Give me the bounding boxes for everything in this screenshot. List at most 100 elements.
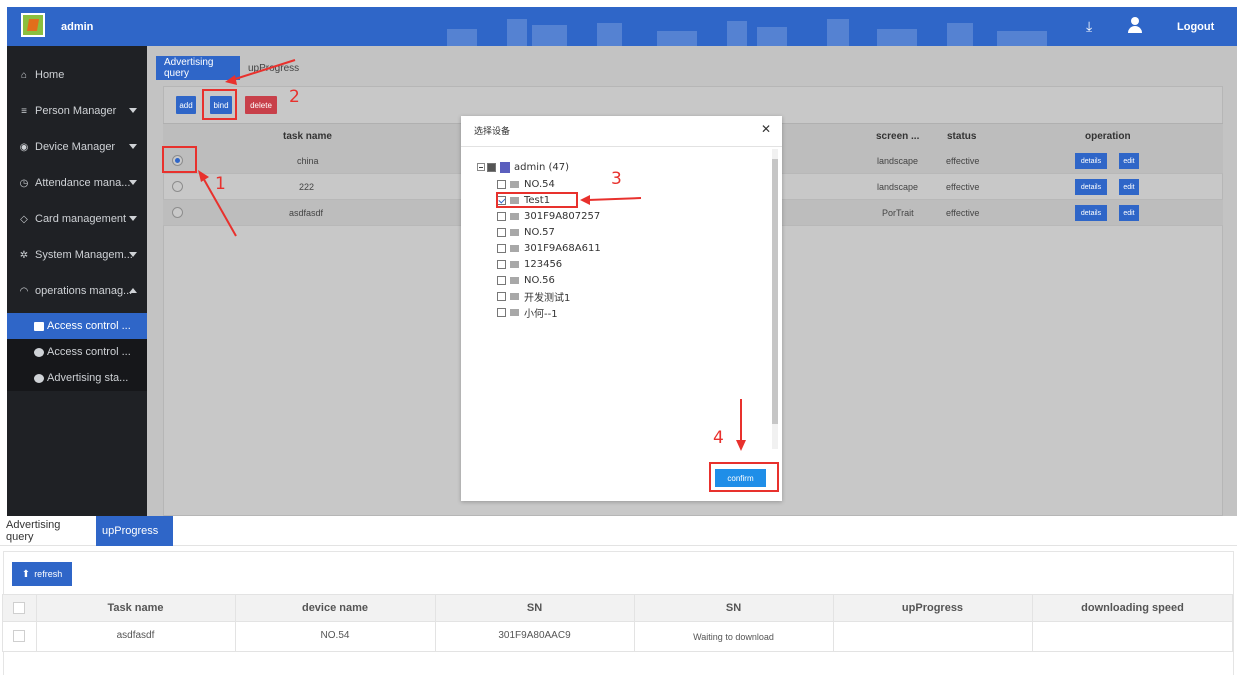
- tab-upprogress[interactable]: upProgress: [240, 56, 310, 80]
- tree-device-node[interactable]: NO.56: [497, 273, 555, 287]
- delete-button[interactable]: delete: [245, 96, 277, 114]
- device-checkbox[interactable]: [497, 307, 506, 317]
- device-label: NO.54: [524, 178, 555, 190]
- sidebar-subitem-access-control-2[interactable]: Access control ...: [7, 339, 147, 365]
- device-checkbox[interactable]: [497, 227, 506, 237]
- sidebar-subitem-label: Advertising sta...: [47, 372, 129, 384]
- upload-arrow-icon: ⬆: [21, 568, 31, 580]
- list-icon: ≡: [21, 105, 27, 117]
- refresh-button[interactable]: ⬆ refresh: [12, 562, 72, 586]
- column-header-sn-status: SN: [725, 602, 742, 614]
- details-button[interactable]: details: [1075, 153, 1107, 169]
- annotation-box-radio: [162, 146, 197, 173]
- logout-button[interactable]: Logout: [1177, 21, 1214, 33]
- partial-checkbox[interactable]: [487, 162, 496, 172]
- cell-device-name: NO.54: [320, 630, 350, 641]
- row-checkbox[interactable]: [13, 630, 25, 642]
- device-icon: [510, 212, 519, 220]
- annotation-number-2: 2: [289, 87, 300, 107]
- tab-upprogress-bottom[interactable]: upProgress: [96, 516, 173, 546]
- add-button[interactable]: add: [176, 96, 196, 114]
- sidebar-subitem-access-control-1[interactable]: Access control ...: [7, 313, 147, 339]
- device-checkbox[interactable]: [497, 259, 506, 269]
- column-header-screen: screen ...: [876, 131, 920, 142]
- column-header-status: status: [947, 131, 977, 142]
- cell-status: effective: [946, 156, 980, 166]
- sidebar-item-card-management[interactable]: ◇ Card management: [7, 201, 147, 237]
- device-icon: [510, 228, 519, 236]
- dialog-scrollbar[interactable]: [772, 149, 778, 449]
- tab-advertising-query-bottom[interactable]: Advertising query: [0, 516, 96, 546]
- device-checkbox[interactable]: [497, 275, 506, 285]
- column-header-downloading-speed: downloading speed: [1081, 602, 1184, 614]
- device-checkbox[interactable]: [497, 291, 506, 301]
- chevron-down-icon: [129, 216, 137, 221]
- device-checkbox[interactable]: [497, 243, 506, 253]
- edit-button[interactable]: edit: [1119, 205, 1139, 221]
- tab-advertising-query[interactable]: Advertising query: [156, 56, 240, 80]
- edit-button[interactable]: edit: [1119, 153, 1139, 169]
- sidebar-item-label: Device Manager: [35, 141, 116, 153]
- tree-device-node[interactable]: 小何--1: [497, 305, 558, 320]
- annotation-number-3: 3: [611, 169, 622, 189]
- sidebar-item-label: System Managem...: [35, 249, 133, 261]
- details-button[interactable]: details: [1075, 205, 1107, 221]
- cell-screen: landscape: [877, 182, 919, 192]
- device-label: 开发测试1: [524, 292, 571, 304]
- device-checkbox[interactable]: [497, 211, 506, 221]
- cell-task-name: asdfasdf: [116, 630, 155, 641]
- row-radio[interactable]: [172, 207, 183, 218]
- device-label: NO.57: [524, 226, 555, 238]
- user-icon[interactable]: [1128, 17, 1142, 33]
- tree-device-node[interactable]: 123456: [497, 257, 562, 271]
- sidebar-item-home[interactable]: ⌂ Home: [7, 57, 147, 93]
- device-checkbox[interactable]: [497, 179, 506, 189]
- annotation-box-test1: [496, 192, 578, 208]
- sidebar-item-label: Card management: [35, 213, 127, 225]
- column-header-operation: operation: [1085, 131, 1131, 142]
- tree-root-node[interactable]: admin (47): [477, 160, 569, 174]
- device-icon: [510, 180, 519, 188]
- tree-device-node[interactable]: 开发测试1: [497, 289, 571, 304]
- cell-status: effective: [946, 208, 980, 218]
- tree-device-node[interactable]: 301F9A68A611: [497, 241, 601, 255]
- sidebar-item-label: operations manag...: [35, 285, 133, 297]
- bottom-tabs: Advertising query upProgress: [0, 516, 1237, 546]
- gear-icon: ✲: [19, 249, 29, 261]
- tree-device-node[interactable]: NO.54: [497, 177, 555, 191]
- screen-root: admin ⤓ Logout ⌂ Home ≡ Person Manager ◉…: [0, 0, 1237, 675]
- header-skyline-decoration: [447, 19, 1047, 46]
- device-icon: [510, 292, 519, 300]
- monitor-icon: [34, 321, 44, 331]
- sidebar-item-system-management[interactable]: ✲ System Managem...: [7, 237, 147, 273]
- row-radio[interactable]: [172, 181, 183, 192]
- column-header-sn: SN: [526, 602, 543, 614]
- annotation-number-1: 1: [215, 174, 226, 194]
- app-logo: [21, 13, 45, 37]
- sidebar-item-device-manager[interactable]: ◉ Device Manager: [7, 129, 147, 165]
- tree-device-node[interactable]: 301F9A807257: [497, 209, 600, 223]
- dialog-divider: [461, 146, 782, 147]
- tree-device-node[interactable]: NO.57: [497, 225, 555, 239]
- download-icon[interactable]: ⤓: [1086, 18, 1092, 35]
- collapse-icon[interactable]: [477, 163, 485, 171]
- column-header-task-name: task name: [283, 131, 332, 142]
- dialog-title: 选择设备: [474, 126, 511, 136]
- select-all-checkbox[interactable]: [13, 602, 25, 614]
- cell-status: effective: [946, 182, 980, 192]
- annotation-box-bind: [202, 89, 237, 120]
- sidebar-subitem-advertising-status[interactable]: Advertising sta...: [7, 365, 147, 391]
- close-icon[interactable]: ✕: [761, 122, 771, 136]
- home-icon: ⌂: [20, 69, 28, 81]
- scrollbar-thumb[interactable]: [772, 159, 778, 424]
- edit-button[interactable]: edit: [1119, 179, 1139, 195]
- chevron-up-icon: [129, 288, 137, 293]
- details-button[interactable]: details: [1075, 179, 1107, 195]
- app-title: admin: [61, 21, 94, 33]
- sidebar-item-operations-management[interactable]: ◠ operations manag...: [7, 273, 147, 309]
- sidebar-subitem-label: Access control ...: [47, 320, 131, 332]
- sidebar-item-person-manager[interactable]: ≡ Person Manager: [7, 93, 147, 129]
- sidebar-item-attendance[interactable]: ◷ Attendance mana...: [7, 165, 147, 201]
- cell-sn: 301F9A80AAC9: [498, 630, 571, 641]
- upprogress-table: Task name device name SN SN upProgress d…: [2, 594, 1233, 654]
